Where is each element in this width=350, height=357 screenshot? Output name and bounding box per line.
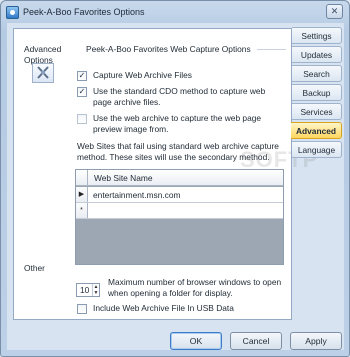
tab-services[interactable]: Services — [292, 103, 342, 120]
web-sites-grid[interactable]: Web Site Name ▶ entertainment.msn.com * — [75, 169, 284, 265]
dialog-body: Advanced Options Peek-A-Boo Favorites We… — [7, 23, 344, 350]
table-row[interactable]: ▶ entertainment.msn.com — [76, 187, 283, 203]
option-preview-from-archive[interactable]: Use the web archive to capture the web p… — [77, 113, 277, 134]
grid-header: Web Site Name — [76, 170, 283, 186]
failed-sites-note: Web Sites that fail using standard web a… — [77, 141, 279, 162]
cdo-method-label: Use the standard CDO method to capture w… — [93, 86, 266, 107]
capture-options-heading: Peek-A-Boo Favorites Web Capture Options — [86, 44, 286, 54]
tab-settings[interactable]: Settings — [292, 27, 342, 44]
ok-button[interactable]: OK — [170, 332, 222, 350]
tab-strip: Settings Updates Search Backup Services … — [291, 27, 342, 160]
heading-divider — [256, 48, 286, 50]
max-windows-label: Maximum number of browser windows to ope… — [108, 277, 282, 298]
new-row-icon[interactable]: * — [76, 203, 88, 218]
option-cdo-method[interactable]: ✓ Use the standard CDO method to capture… — [77, 86, 277, 107]
row-selector-icon[interactable]: ▶ — [76, 187, 88, 202]
tab-advanced[interactable]: Advanced — [291, 122, 342, 139]
capture-archive-checkbox[interactable]: ✓ — [77, 71, 87, 81]
capture-archive-label: Capture Web Archive Files — [93, 70, 192, 80]
option-capture-archive[interactable]: ✓ Capture Web Archive Files — [77, 70, 192, 81]
advanced-panel: Advanced Options Peek-A-Boo Favorites We… — [13, 28, 317, 320]
preview-from-archive-label: Use the web archive to capture the web p… — [93, 113, 262, 134]
new-row[interactable]: * — [76, 203, 283, 219]
window-title: Peek-A-Boo Favorites Options — [23, 7, 145, 17]
close-button[interactable]: ✕ — [326, 4, 343, 19]
usb-data-label: Include Web Archive File In USB Data — [93, 303, 234, 313]
tab-language[interactable]: Language — [292, 141, 342, 158]
grid-corner — [76, 170, 88, 186]
option-usb-data[interactable]: Include Web Archive File In USB Data — [77, 303, 234, 314]
spin-down-icon[interactable]: ▼ — [92, 290, 99, 296]
max-windows-value[interactable]: 10 — [80, 285, 89, 295]
tab-updates[interactable]: Updates — [292, 46, 342, 63]
title-bar: Peek-A-Boo Favorites Options ✕ — [1, 1, 349, 23]
cdo-method-checkbox[interactable]: ✓ — [77, 87, 87, 97]
close-icon: ✕ — [330, 6, 339, 16]
web-site-cell[interactable]: entertainment.msn.com — [93, 190, 181, 200]
other-label: Other — [24, 263, 45, 273]
options-window: Peek-A-Boo Favorites Options ✕ Advanced … — [0, 0, 350, 357]
tab-search[interactable]: Search — [292, 65, 342, 82]
tab-backup[interactable]: Backup — [292, 84, 342, 101]
usb-data-checkbox[interactable] — [77, 304, 87, 314]
capture-options-title: Peek-A-Boo Favorites Web Capture Options — [86, 44, 251, 54]
advanced-options-label: Advanced Options — [24, 44, 62, 65]
cancel-button[interactable]: Cancel — [230, 332, 282, 350]
preview-from-archive-checkbox[interactable] — [77, 114, 87, 124]
apply-button[interactable]: Apply — [290, 332, 342, 350]
advanced-settings-icon — [32, 63, 54, 83]
column-web-site-name[interactable]: Web Site Name — [94, 173, 153, 183]
max-windows-spinner[interactable]: 10 ▲ ▼ — [76, 283, 100, 297]
app-icon — [6, 5, 19, 19]
